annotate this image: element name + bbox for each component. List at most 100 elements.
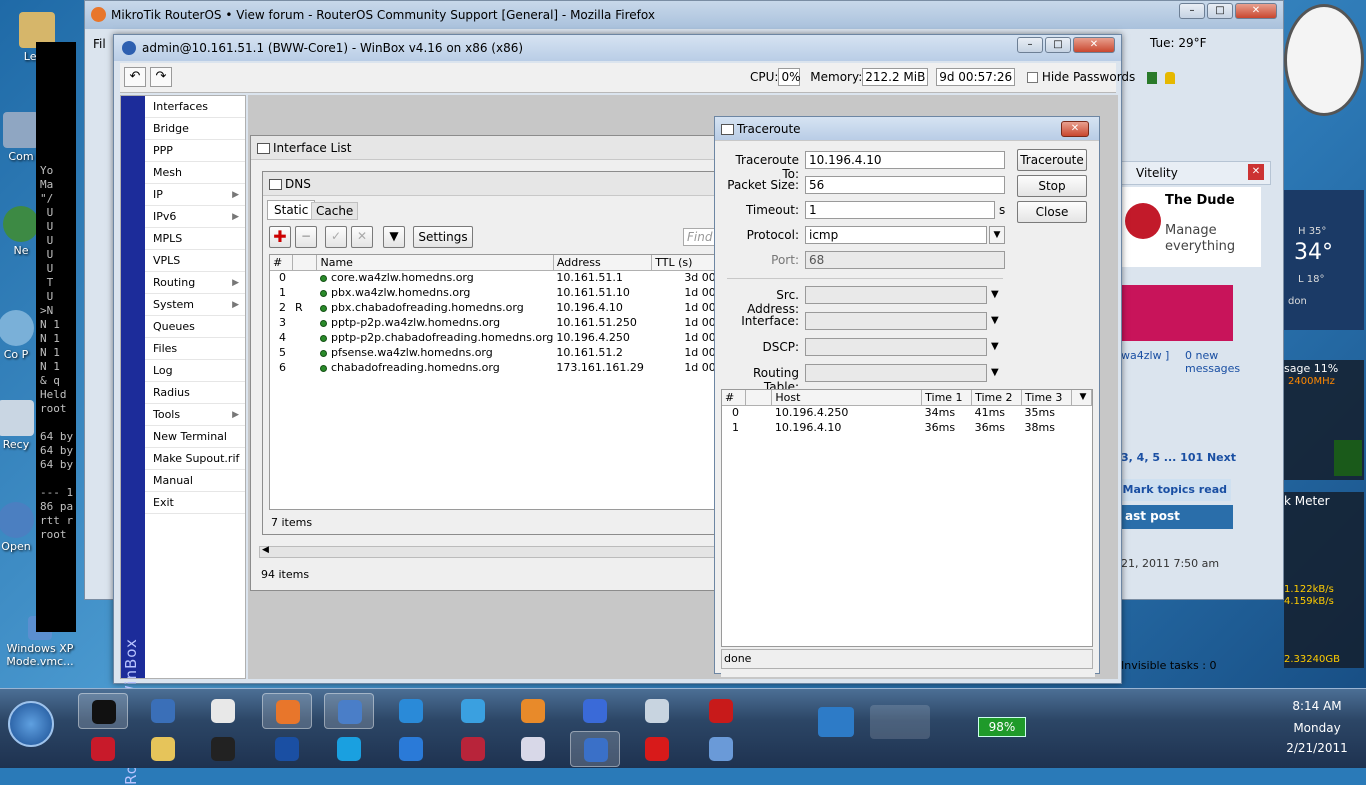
protocol-select[interactable]: icmp <box>805 226 987 244</box>
port-input[interactable]: 68 <box>805 251 1005 269</box>
dscp-dropdown-icon[interactable]: ▼ <box>991 341 999 352</box>
tab-cache[interactable]: Cache <box>311 202 359 220</box>
src-address-input[interactable] <box>805 286 987 304</box>
src-address-dropdown-icon[interactable]: ▼ <box>991 289 999 300</box>
taskbar-button[interactable] <box>696 731 746 767</box>
column-header-num[interactable]: # <box>722 390 747 406</box>
menu-item-tools[interactable]: Tools ▶ <box>145 404 245 426</box>
menu-item-routing[interactable]: Routing ▶ <box>145 272 245 294</box>
close-button[interactable]: Close <box>1017 201 1087 223</box>
close-button[interactable]: ✕ <box>1073 37 1115 53</box>
close-tab-icon[interactable]: ✕ <box>1248 164 1264 180</box>
table-row[interactable]: 1 pbx.wa4zlw.homedns.org 10.161.51.10 1d 00… <box>270 285 720 300</box>
column-header-flag[interactable] <box>745 390 773 406</box>
taskbar-button[interactable] <box>138 731 188 767</box>
taskbar-button[interactable] <box>386 731 436 767</box>
cpu-gadget[interactable]: sage 11% 2400MHz <box>1284 360 1364 480</box>
weather-gadget[interactable]: H 35° 34° L 18° don <box>1284 190 1364 330</box>
table-row[interactable]: 3 pptp-p2p.wa4zlw.homedns.org 10.161.51.25… <box>270 315 720 330</box>
taskbar-button[interactable] <box>262 731 312 767</box>
taskbar-button[interactable] <box>570 693 620 729</box>
new-messages-link[interactable]: 0 new messages <box>1185 349 1275 375</box>
dude-ad[interactable]: The Dude Manage everything <box>1121 187 1261 267</box>
table-row[interactable]: 6 chabadofreading.homedns.org 173.161.161.… <box>270 360 720 375</box>
taskbar-button[interactable] <box>632 731 682 767</box>
network-meter-gadget[interactable]: k Meter 1.122kB/s 4.159kB/s 2.33240GB <box>1284 492 1364 668</box>
interface-input[interactable] <box>805 312 987 330</box>
taskbar-button[interactable] <box>508 693 558 729</box>
timeout-input[interactable]: 1 <box>805 201 995 219</box>
taskbar-button[interactable] <box>78 693 128 729</box>
clock-gadget[interactable] <box>1284 0 1366 120</box>
add-button[interactable]: ✚ <box>269 226 291 248</box>
menu-item-files[interactable]: Files <box>145 338 245 360</box>
start-button[interactable] <box>8 701 54 747</box>
stop-button[interactable]: Stop <box>1017 175 1087 197</box>
taskbar-button[interactable] <box>78 731 128 767</box>
menu-item-radius[interactable]: Radius <box>145 382 245 404</box>
protocol-dropdown-button[interactable]: ▼ <box>989 226 1005 244</box>
column-header-address[interactable]: Address <box>553 255 653 271</box>
taskbar-button[interactable] <box>386 693 436 729</box>
dns-window[interactable]: DNS Static Cache ✚ − ✓ ✕ ▼ Settings Find… <box>262 171 723 535</box>
signal-strength-icon[interactable] <box>870 705 930 739</box>
column-menu-button[interactable]: ▼ <box>1071 390 1092 406</box>
taskbar-button[interactable] <box>198 731 248 767</box>
menu-item-bridge[interactable]: Bridge <box>145 118 245 140</box>
column-header-time3[interactable]: Time 3 <box>1021 390 1072 406</box>
battery-indicator[interactable]: 98% <box>978 717 1026 737</box>
redo-button[interactable]: ↷ <box>150 67 172 87</box>
taskbar-button[interactable] <box>138 693 188 729</box>
menu-item-new-terminal[interactable]: New Terminal <box>145 426 245 448</box>
maximize-button[interactable]: □ <box>1045 37 1071 53</box>
minimize-button[interactable]: – <box>1179 3 1205 19</box>
table-row[interactable]: 0 10.196.4.250 34ms 41ms 35ms <box>722 405 1092 420</box>
clock-time[interactable]: 8:14 AM <box>1272 699 1362 713</box>
menu-item-queues[interactable]: Queues <box>145 316 245 338</box>
menu-item-log[interactable]: Log <box>145 360 245 382</box>
taskbar-button[interactable] <box>632 693 682 729</box>
column-header-time2[interactable]: Time 2 <box>971 390 1023 406</box>
taskbar-button[interactable] <box>324 693 374 729</box>
menu-item-exit[interactable]: Exit <box>145 492 245 514</box>
traceroute-to-input[interactable]: 10.196.4.10 <box>805 151 1005 169</box>
menu-item-manual[interactable]: Manual <box>145 470 245 492</box>
column-header-time1[interactable]: Time 1 <box>921 390 973 406</box>
traceroute-button[interactable]: Traceroute <box>1017 149 1087 171</box>
close-icon[interactable]: ✕ <box>1061 121 1089 137</box>
table-row[interactable]: 5 pfsense.wa4zlw.homedns.org 10.161.51.2 1d… <box>270 345 720 360</box>
column-header-name[interactable]: Name <box>316 255 554 271</box>
remove-button[interactable]: − <box>295 226 317 248</box>
menu-item-ppp[interactable]: PPP <box>145 140 245 162</box>
column-header-flag[interactable] <box>292 255 318 271</box>
column-header-ttl[interactable]: TTL (s) <box>651 255 720 271</box>
tab-static[interactable]: Static <box>267 200 316 220</box>
interface-dropdown-icon[interactable]: ▼ <box>991 315 999 326</box>
taskbar-button[interactable] <box>508 731 558 767</box>
taskbar-button[interactable] <box>570 731 620 767</box>
menu-item-vpls[interactable]: VPLS <box>145 250 245 272</box>
menu-item-system[interactable]: System ▶ <box>145 294 245 316</box>
enable-button[interactable]: ✓ <box>325 226 347 248</box>
maximize-button[interactable]: □ <box>1207 3 1233 19</box>
mark-topics-read-link[interactable]: Mark topics read <box>1121 479 1231 501</box>
pagination[interactable]: 3, 4, 5 ... 101 Next <box>1121 451 1236 464</box>
firefox-tab-vitelity[interactable]: Vitelity ✕ <box>1121 161 1271 185</box>
settings-button[interactable]: Settings <box>413 226 473 248</box>
filter-button[interactable]: ▼ <box>383 226 405 248</box>
undo-button[interactable]: ↶ <box>124 67 146 87</box>
table-row[interactable]: 1 10.196.4.10 36ms 36ms 38ms <box>722 420 1092 435</box>
taskbar-button[interactable] <box>198 693 248 729</box>
firefox-menu-file[interactable]: Fil <box>93 37 106 51</box>
taskbar-button[interactable] <box>448 693 498 729</box>
network-tray-icon[interactable] <box>818 707 854 737</box>
menu-item-mesh[interactable]: Mesh <box>145 162 245 184</box>
column-header-num[interactable]: # <box>270 255 293 271</box>
table-row[interactable]: 2 Rpbx.chabadofreading.homedns.org 10.196.… <box>270 300 720 315</box>
horizontal-scrollbar[interactable]: ◀ <box>259 545 719 558</box>
minimize-button[interactable]: – <box>1017 37 1043 53</box>
menu-item-ipv6[interactable]: IPv6 ▶ <box>145 206 245 228</box>
menu-item-ip[interactable]: IP ▶ <box>145 184 245 206</box>
disable-button[interactable]: ✕ <box>351 226 373 248</box>
taskbar-button[interactable] <box>262 693 312 729</box>
